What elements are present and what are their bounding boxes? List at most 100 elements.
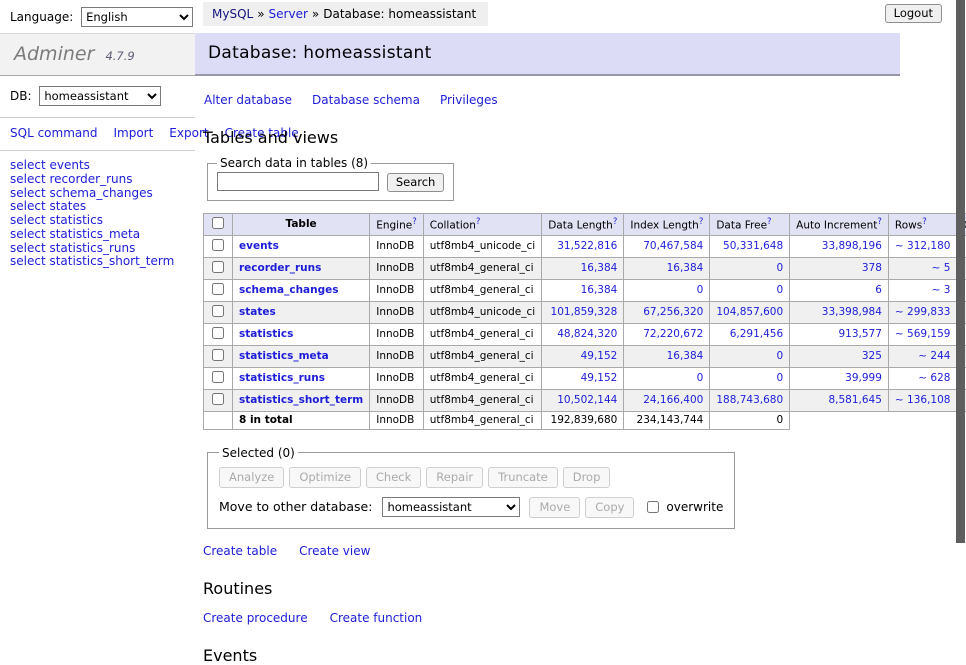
row-checkbox[interactable]: [212, 261, 224, 273]
move-button[interactable]: Move: [529, 497, 580, 518]
value-link[interactable]: 0: [697, 284, 704, 296]
value-link[interactable]: 16,384: [581, 262, 618, 274]
check-button[interactable]: Check: [366, 467, 421, 488]
value-link[interactable]: 31,522,816: [557, 240, 617, 252]
value-link[interactable]: 325: [862, 350, 882, 362]
value-link[interactable]: ~ 628: [918, 372, 950, 384]
value-link[interactable]: ~ 244: [918, 350, 950, 362]
truncate-button[interactable]: Truncate: [488, 467, 558, 488]
search-button[interactable]: Search: [387, 173, 445, 192]
value-link[interactable]: 0: [776, 372, 783, 384]
help-icon[interactable]: ?: [699, 217, 704, 227]
value-link[interactable]: 72,220,672: [643, 328, 703, 340]
value-link[interactable]: 39,999: [845, 372, 882, 384]
table-link[interactable]: statistics_meta: [239, 350, 329, 362]
help-icon[interactable]: ?: [922, 217, 927, 227]
help-icon[interactable]: ?: [877, 217, 882, 227]
value-link[interactable]: ~ 5: [932, 262, 951, 274]
analyze-button[interactable]: Analyze: [219, 467, 284, 488]
sidebar-action-link[interactable]: SQL command: [10, 126, 97, 140]
row-checkbox[interactable]: [212, 349, 224, 361]
value-link[interactable]: 49,152: [581, 350, 618, 362]
value-link[interactable]: 6: [875, 284, 882, 296]
row-checkbox[interactable]: [212, 305, 224, 317]
table-link[interactable]: schema_changes: [239, 284, 339, 296]
row-checkbox[interactable]: [212, 371, 224, 383]
value-link[interactable]: ~ 299,833: [895, 306, 951, 318]
database-action-link[interactable]: Alter database: [204, 93, 292, 107]
breadcrumb-server-link[interactable]: Server: [269, 7, 308, 21]
value-link[interactable]: ~ 569,159: [895, 328, 951, 340]
routine-create-link[interactable]: Create function: [330, 611, 423, 625]
overwrite-checkbox[interactable]: [647, 501, 659, 513]
value-link[interactable]: 16,384: [667, 350, 704, 362]
language-select[interactable]: English: [81, 7, 193, 27]
select-all-checkbox[interactable]: [212, 217, 224, 229]
value-link[interactable]: 50,331,648: [723, 240, 783, 252]
value-link[interactable]: 49,152: [581, 372, 618, 384]
row-checkbox[interactable]: [212, 327, 224, 339]
table-link[interactable]: events: [239, 240, 279, 252]
row-checkbox[interactable]: [212, 283, 224, 295]
value-link[interactable]: 101,859,328: [551, 306, 618, 318]
page-scrollbar[interactable]: [956, 0, 965, 543]
sidebar-action-link[interactable]: Import: [113, 126, 153, 140]
value-link[interactable]: 0: [776, 262, 783, 274]
sidebar-table-link[interactable]: select statistics: [10, 214, 185, 228]
move-database-select[interactable]: homeassistant: [382, 497, 520, 517]
table-link[interactable]: statistics_runs: [239, 372, 325, 384]
value-link[interactable]: 8,581,645: [828, 394, 881, 406]
sidebar-table-link[interactable]: select events: [10, 159, 185, 173]
database-action-link[interactable]: Database schema: [312, 93, 420, 107]
value-link[interactable]: 6,291,456: [730, 328, 783, 340]
logout-button[interactable]: Logout: [885, 4, 942, 23]
search-input[interactable]: [217, 172, 379, 191]
repair-button[interactable]: Repair: [426, 467, 483, 488]
value-link[interactable]: 188,743,680: [716, 394, 783, 406]
database-action-link[interactable]: Privileges: [440, 93, 498, 107]
overwrite-label[interactable]: overwrite: [666, 500, 723, 514]
value-link[interactable]: 16,384: [581, 284, 618, 296]
value-link[interactable]: 33,398,984: [822, 306, 882, 318]
create-link[interactable]: Create view: [299, 544, 370, 558]
table-link[interactable]: statistics: [239, 328, 293, 340]
db-select[interactable]: homeassistant: [39, 86, 161, 106]
value-link[interactable]: ~ 136,108: [895, 394, 951, 406]
row-checkbox[interactable]: [212, 239, 224, 251]
value-link[interactable]: 48,824,320: [557, 328, 617, 340]
help-icon[interactable]: ?: [412, 217, 417, 227]
sidebar-table-link[interactable]: select recorder_runs: [10, 173, 185, 187]
sidebar-table-link[interactable]: select schema_changes: [10, 187, 185, 201]
value-link[interactable]: 70,467,584: [643, 240, 703, 252]
table-link[interactable]: recorder_runs: [239, 262, 321, 274]
drop-button[interactable]: Drop: [563, 467, 611, 488]
value-link[interactable]: 104,857,600: [716, 306, 783, 318]
value-link[interactable]: 0: [776, 284, 783, 296]
value-link[interactable]: 67,256,320: [643, 306, 703, 318]
sidebar-table-link[interactable]: select statistics_meta: [10, 228, 185, 242]
value-link[interactable]: 0: [697, 372, 704, 384]
value-link[interactable]: 33,898,196: [822, 240, 882, 252]
help-icon[interactable]: ?: [476, 217, 481, 227]
sidebar-table-link[interactable]: select states: [10, 200, 185, 214]
value-link[interactable]: 10,502,144: [557, 394, 617, 406]
routine-create-link[interactable]: Create procedure: [203, 611, 308, 625]
sidebar-table-link[interactable]: select statistics_runs: [10, 242, 185, 256]
copy-button[interactable]: Copy: [585, 497, 634, 518]
value-link[interactable]: ~ 3: [932, 284, 951, 296]
help-icon[interactable]: ?: [613, 217, 618, 227]
row-checkbox[interactable]: [212, 393, 224, 405]
sidebar-table-link[interactable]: select statistics_short_term: [10, 255, 185, 269]
value-link[interactable]: 24,166,400: [643, 394, 703, 406]
value-link[interactable]: 0: [776, 350, 783, 362]
create-link[interactable]: Create table: [203, 544, 277, 558]
optimize-button[interactable]: Optimize: [289, 467, 361, 488]
table-link[interactable]: states: [239, 306, 276, 318]
table-link[interactable]: statistics_short_term: [239, 394, 363, 406]
value-link[interactable]: 378: [862, 262, 882, 274]
value-link[interactable]: 16,384: [667, 262, 704, 274]
help-icon[interactable]: ?: [767, 217, 772, 227]
value-link[interactable]: 913,577: [839, 328, 882, 340]
breadcrumb-mysql-link[interactable]: MySQL: [212, 7, 253, 21]
value-link[interactable]: ~ 312,180: [895, 240, 951, 252]
